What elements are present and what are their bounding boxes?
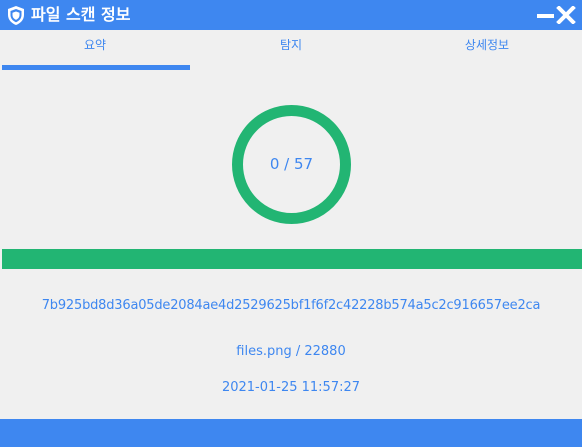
tab-detection[interactable]: 탐지 — [196, 30, 386, 72]
tab-bar: 요약 탐지 상세정보 — [0, 30, 582, 72]
file-info: files.png / 22880 — [236, 344, 346, 359]
close-icon — [556, 5, 576, 25]
shield-icon — [8, 6, 24, 25]
close-button[interactable] — [556, 5, 576, 25]
active-tab-indicator — [2, 65, 190, 70]
minimize-button[interactable] — [537, 6, 554, 24]
scan-progress-bar — [2, 249, 582, 269]
file-hash: 7b925bd8d36a05de2084ae4d2529625bf1f6f2c4… — [41, 298, 541, 313]
footer-bar — [0, 419, 582, 447]
detection-ratio: 0 / 57 — [269, 155, 314, 173]
window-title: 파일 스캔 정보 — [31, 5, 131, 24]
scan-timestamp: 2021-01-25 11:57:27 — [221, 380, 361, 395]
tab-details[interactable]: 상세정보 — [392, 30, 582, 72]
title-bar: 파일 스캔 정보 — [0, 0, 582, 30]
